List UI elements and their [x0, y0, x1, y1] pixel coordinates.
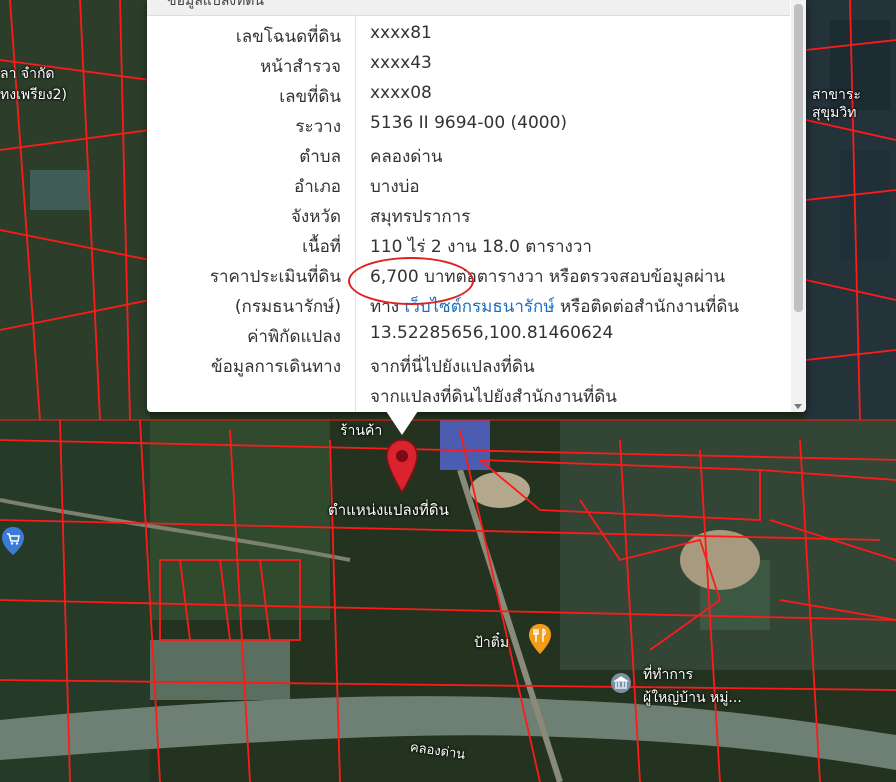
row-value: 5136 II 9694-00 (4000) [370, 113, 568, 133]
row-label: จังหวัด [290, 207, 341, 227]
row-label: ตำบล [299, 147, 341, 167]
row-value-suffix: หรือติดต่อสำนักงานที่ดิน [559, 297, 740, 317]
row-value: คลองด่าน [370, 147, 443, 167]
row-survey-page: หน้าสำรวจ xxxx43 [147, 50, 790, 80]
row-label: ข้อมูลการเดินทาง [211, 357, 341, 377]
village-office-label: ที่ทำการ [643, 667, 694, 683]
marker-label: ตำแหน่งแปลงที่ดิน [328, 501, 449, 519]
row-label: ระวาง [295, 117, 341, 137]
row-travel-info-2: จากแปลงที่ดินไปยังสำนักงานที่ดิน [147, 380, 790, 410]
popup-pointer [386, 411, 418, 435]
popup-scrollbar[interactable] [791, 0, 806, 412]
row-value: สมุทรปราการ [370, 207, 471, 227]
coordinates-link[interactable]: 13.52285656,100.81460624 [370, 323, 613, 343]
scrollbar-thumb[interactable] [794, 4, 803, 312]
row-area: เนื้อที่ 110 ไร่ 2 งาน 18.0 ตารางวา [147, 230, 790, 260]
poi-label-top-left-2: ทงเพรียง2) [0, 87, 68, 103]
poi-label-top-left: ลา จำกัด [0, 66, 55, 82]
shop-label: ร้านค้า [340, 423, 383, 439]
village-office-label-2: ผู้ใหญ่บ้าน หมู่... [643, 690, 742, 706]
price-annotation-circle [348, 257, 474, 305]
row-value: xxxx08 [370, 83, 432, 103]
directions-to-parcel-link[interactable]: จากที่นี่ไปยังแปลงที่ดิน [370, 353, 535, 380]
row-land-number: เลขที่ดิน xxxx08 [147, 80, 790, 110]
row-label: อำเภอ [294, 177, 341, 197]
shopping-cart-icon[interactable] [0, 525, 26, 557]
row-label: ค่าพิกัดแปลง [247, 327, 341, 347]
poi-label-top-right-2: สุขุมวิท [812, 105, 857, 121]
row-label: ราคาประเมินที่ดิน [209, 267, 341, 287]
row-map-sheet: ระวาง 5136 II 9694-00 (4000) [147, 110, 790, 140]
scroll-down-arrow-icon[interactable] [794, 404, 802, 409]
popup-header-title: ข้อมูลแปลงที่ดิน [167, 0, 265, 9]
row-value: บางบ่อ [370, 177, 420, 197]
row-value: xxxx43 [370, 53, 432, 73]
row-value: 110 ไร่ 2 งาน 18.0 ตารางวา [370, 237, 592, 257]
directions-to-land-office-link[interactable]: จากแปลงที่ดินไปยังสำนักงานที่ดิน [370, 383, 617, 410]
row-label: เลขที่ดิน [279, 87, 341, 107]
parcel-info-popup: ข้อมูลแปลงที่ดิน เลขโฉนดที่ดิน xxxx81 หน้… [147, 0, 806, 412]
row-province: จังหวัด สมุทรปราการ [147, 200, 790, 230]
row-label: เนื้อที่ [302, 237, 341, 257]
popup-header: ข้อมูลแปลงที่ดิน [147, 0, 790, 16]
row-district: อำเภอ บางบ่อ [147, 170, 790, 200]
row-treasury-dept: (กรมธนารักษ์) ทาง เว็บไซต์กรมธนารักษ์ หรื… [147, 290, 790, 320]
row-label: (กรมธนารักษ์) [234, 297, 341, 317]
row-subdistrict: ตำบล คลองด่าน [147, 140, 790, 170]
row-travel-info: ข้อมูลการเดินทาง จากที่นี่ไปยังแปลงที่ดิน [147, 350, 790, 380]
row-deed-number: เลขโฉนดที่ดิน xxxx81 [147, 20, 790, 50]
row-label: หน้าสำรวจ [260, 57, 341, 77]
row-label: เลขโฉนดที่ดิน [235, 27, 341, 47]
row-value: xxxx81 [370, 23, 432, 43]
government-building-icon[interactable] [610, 672, 632, 694]
restaurant-label: ป้าติ๋ม [474, 635, 510, 651]
restaurant-icon[interactable] [527, 622, 553, 656]
row-coordinates: ค่าพิกัดแปลง 13.52285656,100.81460624 [147, 320, 790, 350]
location-marker-icon[interactable] [385, 438, 419, 494]
